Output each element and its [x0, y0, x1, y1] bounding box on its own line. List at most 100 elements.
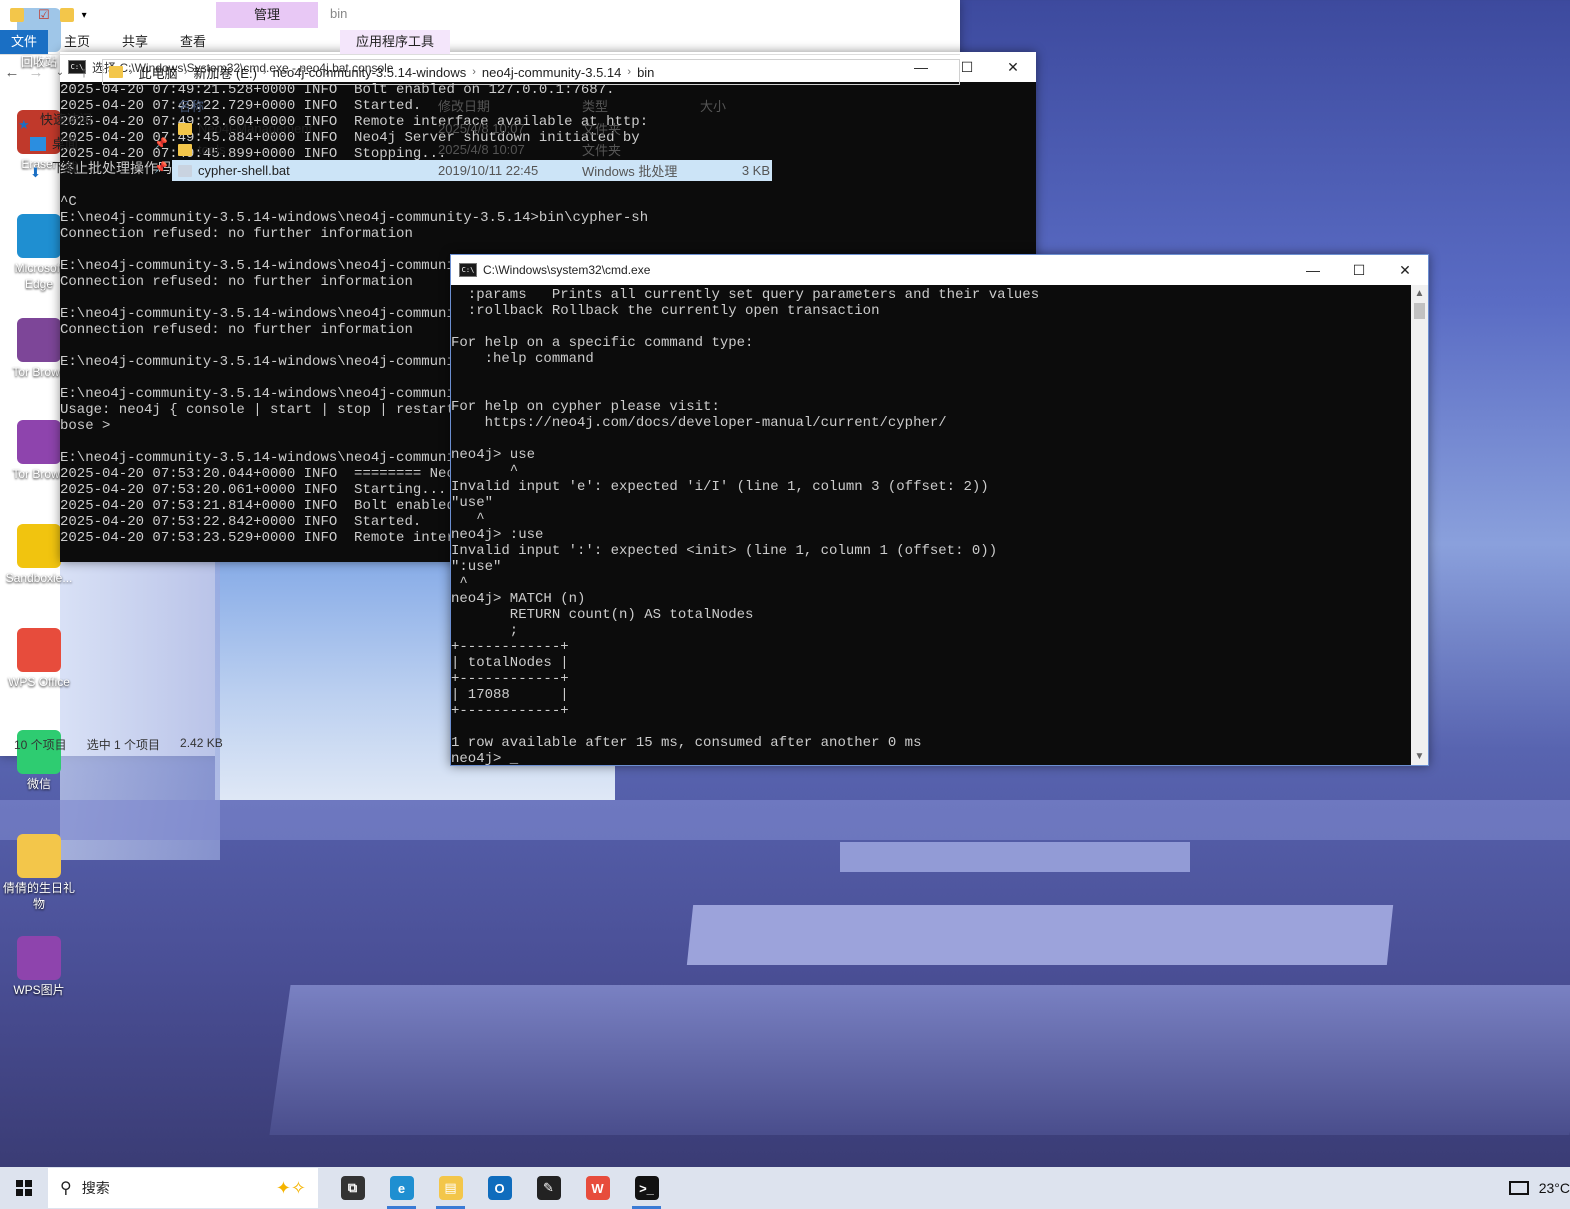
- taskbar-app[interactable]: O: [475, 1167, 524, 1209]
- column-name[interactable]: 名称: [172, 96, 438, 115]
- scroll-down-icon[interactable]: ▼: [1411, 748, 1428, 765]
- column-type[interactable]: 类型: [582, 96, 700, 115]
- tab-app-tools[interactable]: 应用程序工具: [340, 30, 451, 54]
- close-button[interactable]: ✕: [1382, 255, 1428, 285]
- breadcrumb-item[interactable]: bin: [631, 65, 660, 80]
- console-line: For help on cypher please visit:: [451, 399, 720, 415]
- console-line: +------------+: [451, 671, 569, 687]
- scrollbar-thumb[interactable]: [1414, 303, 1425, 319]
- tor-browser-icon: [17, 420, 61, 464]
- console-line: neo4j> use: [451, 447, 536, 463]
- folder-icon: [178, 143, 192, 156]
- windows-logo-icon: [16, 1180, 32, 1196]
- taskbar-app[interactable]: ▤: [426, 1167, 475, 1209]
- wps-office-icon: [17, 628, 61, 672]
- tab-home[interactable]: 主页: [48, 30, 106, 54]
- file-type: 文件夹: [582, 143, 622, 158]
- copilot-sparkle-icon[interactable]: ✦✧: [276, 1178, 306, 1199]
- taskbar-app[interactable]: ✎: [524, 1167, 573, 1209]
- breadcrumb[interactable]: › 此电脑 › 新加卷 (E:) › neo4j-community-3.5.1…: [102, 59, 960, 85]
- edge-icon: [17, 214, 61, 258]
- desktop-icon[interactable]: 倩倩的生日礼物: [0, 834, 78, 912]
- forward-arrow-icon[interactable]: →: [24, 64, 48, 81]
- terminal-icon: >_: [634, 1176, 659, 1200]
- desktop-icon-label: WPS Office: [8, 675, 70, 689]
- nav-item-quick-access[interactable]: ★ 快速访问: [18, 108, 168, 132]
- batch-file-icon: [178, 164, 192, 177]
- wps-icon: W: [585, 1176, 610, 1200]
- back-arrow-icon[interactable]: ←: [0, 64, 24, 81]
- minimize-button[interactable]: —: [1290, 255, 1336, 285]
- ribbon-tabs: 文件 主页 共享 查看 应用程序工具: [0, 30, 960, 55]
- console-line: ":use": [451, 559, 502, 575]
- file-name-cell: Neo4j-Management: [172, 121, 438, 136]
- taskbar-app[interactable]: e: [377, 1167, 426, 1209]
- chevron-down-icon[interactable]: ▾: [82, 10, 87, 21]
- console-line: Invalid input 'e': expected 'i/I' (line …: [451, 479, 989, 495]
- console-line: ^C: [60, 194, 77, 210]
- console-line: ;: [451, 623, 519, 639]
- console-line: neo4j> MATCH (n): [451, 591, 586, 607]
- desktop-icon[interactable]: WPS图片: [0, 936, 78, 998]
- console-line: ^: [451, 511, 485, 527]
- file-row[interactable]: Neo4j-Management 2025/4/8 10:07 文件夹: [172, 118, 772, 139]
- scroll-up-icon[interactable]: ▲: [1411, 285, 1428, 302]
- file-date: 2025/4/8 10:07: [438, 142, 525, 157]
- console-line: :params Prints all currently set query p…: [451, 287, 1040, 303]
- tab-view[interactable]: 查看: [164, 30, 222, 54]
- folder-icon: [17, 834, 61, 878]
- console-line: +------------+: [451, 703, 569, 719]
- front-console-titlebar[interactable]: C:\ C:\Windows\system32\cmd.exe — ☐ ✕: [451, 255, 1428, 285]
- temperature[interactable]: 23°C: [1539, 1180, 1570, 1196]
- window-title: C:\Windows\system32\cmd.exe: [483, 263, 651, 277]
- status-bar: 10 个项目 选中 1 个项目 2.42 KB: [14, 736, 223, 753]
- chevron-down-icon[interactable]: ⌄: [48, 67, 72, 78]
- breadcrumb-item[interactable]: 此电脑: [133, 63, 184, 82]
- taskbar-search[interactable]: ⚲ 搜索 ✦✧: [48, 1168, 318, 1208]
- file-type: 文件夹: [582, 122, 622, 137]
- pin-icon: 📌: [154, 138, 168, 150]
- column-size[interactable]: 大小: [700, 96, 770, 115]
- wallpaper-desk: [840, 842, 1190, 872]
- folder-icon: [109, 66, 123, 78]
- vertical-scrollbar[interactable]: ▲ ▼: [1411, 285, 1428, 765]
- taskbar-app[interactable]: >_: [622, 1167, 671, 1209]
- nav-item-desktop[interactable]: 桌面 📌: [18, 132, 168, 156]
- file-row[interactable]: cypher-shell.bat 2019/10/11 22:45 Windows …: [172, 160, 772, 181]
- console-line: ^: [451, 463, 519, 479]
- start-button[interactable]: [0, 1167, 48, 1209]
- task-view-icon: ⧉: [340, 1176, 365, 1200]
- console-output[interactable]: :params Prints all currently set query p…: [451, 285, 1411, 765]
- file-row[interactable]: tools 2025/4/8 10:07 文件夹: [172, 139, 772, 160]
- console-line: RETURN count(n) AS totalNodes: [451, 607, 754, 623]
- wallpaper-desk: [269, 985, 1570, 1135]
- wallpaper-desk: [686, 905, 1394, 965]
- nav-item-downloads[interactable]: ⬇ 下载 📌: [18, 156, 168, 180]
- maximize-button[interactable]: ☐: [1336, 255, 1382, 285]
- front-console-window[interactable]: C:\ C:\Windows\system32\cmd.exe — ☐ ✕ :p…: [450, 254, 1429, 766]
- weather-icon[interactable]: [1508, 1181, 1529, 1195]
- column-date[interactable]: 修改日期: [438, 96, 582, 115]
- file-list: 名称 修改日期 类型 大小 Neo4j-Management 2025/4/8 1…: [172, 92, 772, 181]
- manage-tab[interactable]: 管理: [216, 2, 318, 28]
- breadcrumb-item[interactable]: neo4j-community-3.5.14: [476, 65, 627, 80]
- window-title: bin: [330, 6, 348, 21]
- breadcrumb-item[interactable]: 新加卷 (E:): [187, 63, 263, 82]
- taskbar-app[interactable]: ⧉: [328, 1167, 377, 1209]
- close-button[interactable]: ✕: [990, 52, 1036, 82]
- new-folder-icon[interactable]: [59, 8, 74, 22]
- console-line: 1 row available after 15 ms, consumed af…: [451, 735, 922, 751]
- up-arrow-icon[interactable]: ↑: [72, 64, 96, 81]
- breadcrumb-item[interactable]: neo4j-community-3.5.14-windows: [267, 65, 473, 80]
- tor-browser-icon: [17, 318, 61, 362]
- folder-icon[interactable]: [10, 8, 24, 22]
- tab-file[interactable]: 文件: [0, 30, 48, 54]
- properties-icon[interactable]: ☑: [38, 7, 50, 23]
- quick-access-toolbar: ☑ ▾: [0, 0, 960, 30]
- sandboxie-icon: [17, 524, 61, 568]
- desktop-icon[interactable]: WPS Office: [0, 628, 78, 690]
- taskbar-app[interactable]: W: [573, 1167, 622, 1209]
- tab-share[interactable]: 共享: [106, 30, 164, 54]
